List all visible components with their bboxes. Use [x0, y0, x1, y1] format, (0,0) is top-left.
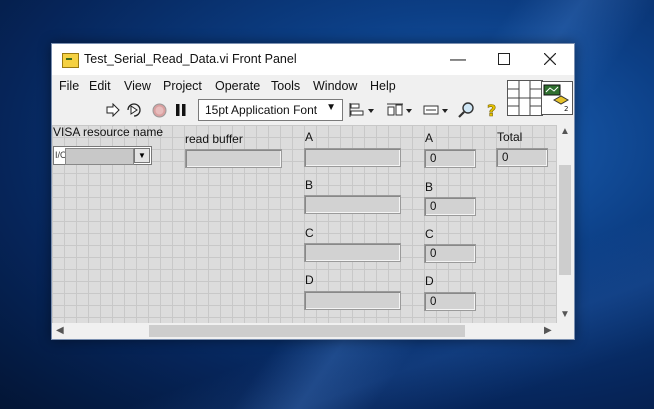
menu-file[interactable]: File — [59, 79, 79, 93]
string-d-indicator — [304, 291, 401, 310]
vi-icon[interactable]: 2 — [541, 81, 573, 115]
maximize-button[interactable] — [481, 44, 527, 75]
menu-edit[interactable]: Edit — [89, 79, 111, 93]
string-b-label: B — [305, 178, 314, 192]
align-icon[interactable] — [349, 101, 377, 119]
window-title: Test_Serial_Read_Data.vi Front Panel — [84, 52, 297, 66]
numeric-b-value: 0 — [430, 201, 437, 213]
numeric-d-label: D — [425, 274, 434, 288]
run-arrow-icon[interactable] — [105, 101, 121, 119]
menu-help[interactable]: Help — [370, 79, 396, 93]
numeric-d-value: 0 — [430, 296, 437, 308]
help-icon[interactable]: ? — [486, 101, 500, 119]
menu-tools[interactable]: Tools — [271, 79, 300, 93]
menu-project[interactable]: Project — [163, 79, 202, 93]
vertical-scroll-thumb[interactable] — [559, 165, 571, 275]
font-selector-value: 15pt Application Font — [205, 103, 318, 117]
string-c-indicator — [304, 243, 401, 262]
close-button[interactable] — [527, 44, 573, 75]
distribute-icon[interactable] — [387, 101, 415, 119]
search-icon[interactable] — [457, 101, 477, 119]
scroll-left-arrow-icon[interactable]: ◀ — [56, 325, 64, 336]
connector-pane-icon[interactable] — [507, 80, 543, 116]
labview-app-icon — [62, 53, 79, 68]
visa-dropdown-button[interactable]: ▼ — [134, 148, 150, 163]
numeric-b-indicator: 0 — [424, 197, 476, 216]
numeric-a-value: 0 — [430, 153, 437, 165]
scroll-right-arrow-icon[interactable]: ▶ — [544, 325, 552, 336]
scroll-up-arrow-icon[interactable]: ▲ — [560, 126, 570, 137]
string-a-indicator — [304, 148, 401, 167]
font-selector[interactable]: 15pt Application Font ▼ — [198, 99, 343, 121]
menu-window[interactable]: Window — [313, 79, 357, 93]
svg-text:2: 2 — [564, 105, 568, 113]
numeric-c-value: 0 — [430, 248, 437, 260]
title-bar: Test_Serial_Read_Data.vi Front Panel — — [52, 44, 574, 75]
visa-resource-control[interactable]: I/O ▼ — [53, 146, 152, 165]
chevron-down-icon: ▼ — [326, 102, 336, 113]
abort-icon[interactable] — [151, 101, 167, 119]
string-b-indicator — [304, 195, 401, 214]
menu-bar: File Edit View Project Operate Tools Win… — [52, 75, 574, 97]
numeric-c-label: C — [425, 227, 434, 241]
resize-icon[interactable] — [423, 101, 451, 119]
run-continuously-icon[interactable] — [125, 101, 143, 119]
total-indicator: 0 — [496, 148, 548, 167]
pause-icon[interactable] — [174, 101, 188, 119]
svg-text:?: ? — [487, 102, 496, 119]
read-buffer-indicator — [185, 149, 282, 168]
close-icon — [543, 52, 557, 66]
total-label: Total — [497, 130, 523, 144]
horizontal-scroll-thumb[interactable] — [149, 325, 465, 337]
visa-resource-label: VISA resource name — [53, 125, 164, 139]
string-d-label: D — [305, 273, 314, 287]
visa-resource-icon: I/O — [55, 150, 68, 160]
string-a-label: A — [305, 130, 314, 144]
minimize-button[interactable]: — — [435, 44, 481, 75]
read-buffer-label: read buffer — [185, 132, 243, 146]
menu-operate[interactable]: Operate — [215, 79, 260, 93]
scroll-down-arrow-icon[interactable]: ▼ — [560, 309, 570, 320]
string-c-label: C — [305, 226, 314, 240]
front-panel-canvas: VISA resource name I/O ▼ read buffer A B… — [52, 125, 557, 323]
numeric-a-indicator: 0 — [424, 149, 476, 168]
vertical-scrollbar[interactable]: ▲ ▼ — [557, 125, 573, 323]
front-panel-window: Test_Serial_Read_Data.vi Front Panel — F… — [51, 43, 575, 340]
total-value: 0 — [502, 152, 509, 164]
numeric-a-label: A — [425, 131, 434, 145]
numeric-b-label: B — [425, 180, 434, 194]
numeric-c-indicator: 0 — [424, 244, 476, 263]
menu-view[interactable]: View — [124, 79, 151, 93]
horizontal-scrollbar[interactable]: ◀ ▶ — [52, 323, 557, 339]
numeric-d-indicator: 0 — [424, 292, 476, 311]
visa-resource-field[interactable] — [65, 148, 134, 165]
maximize-icon — [498, 53, 510, 65]
